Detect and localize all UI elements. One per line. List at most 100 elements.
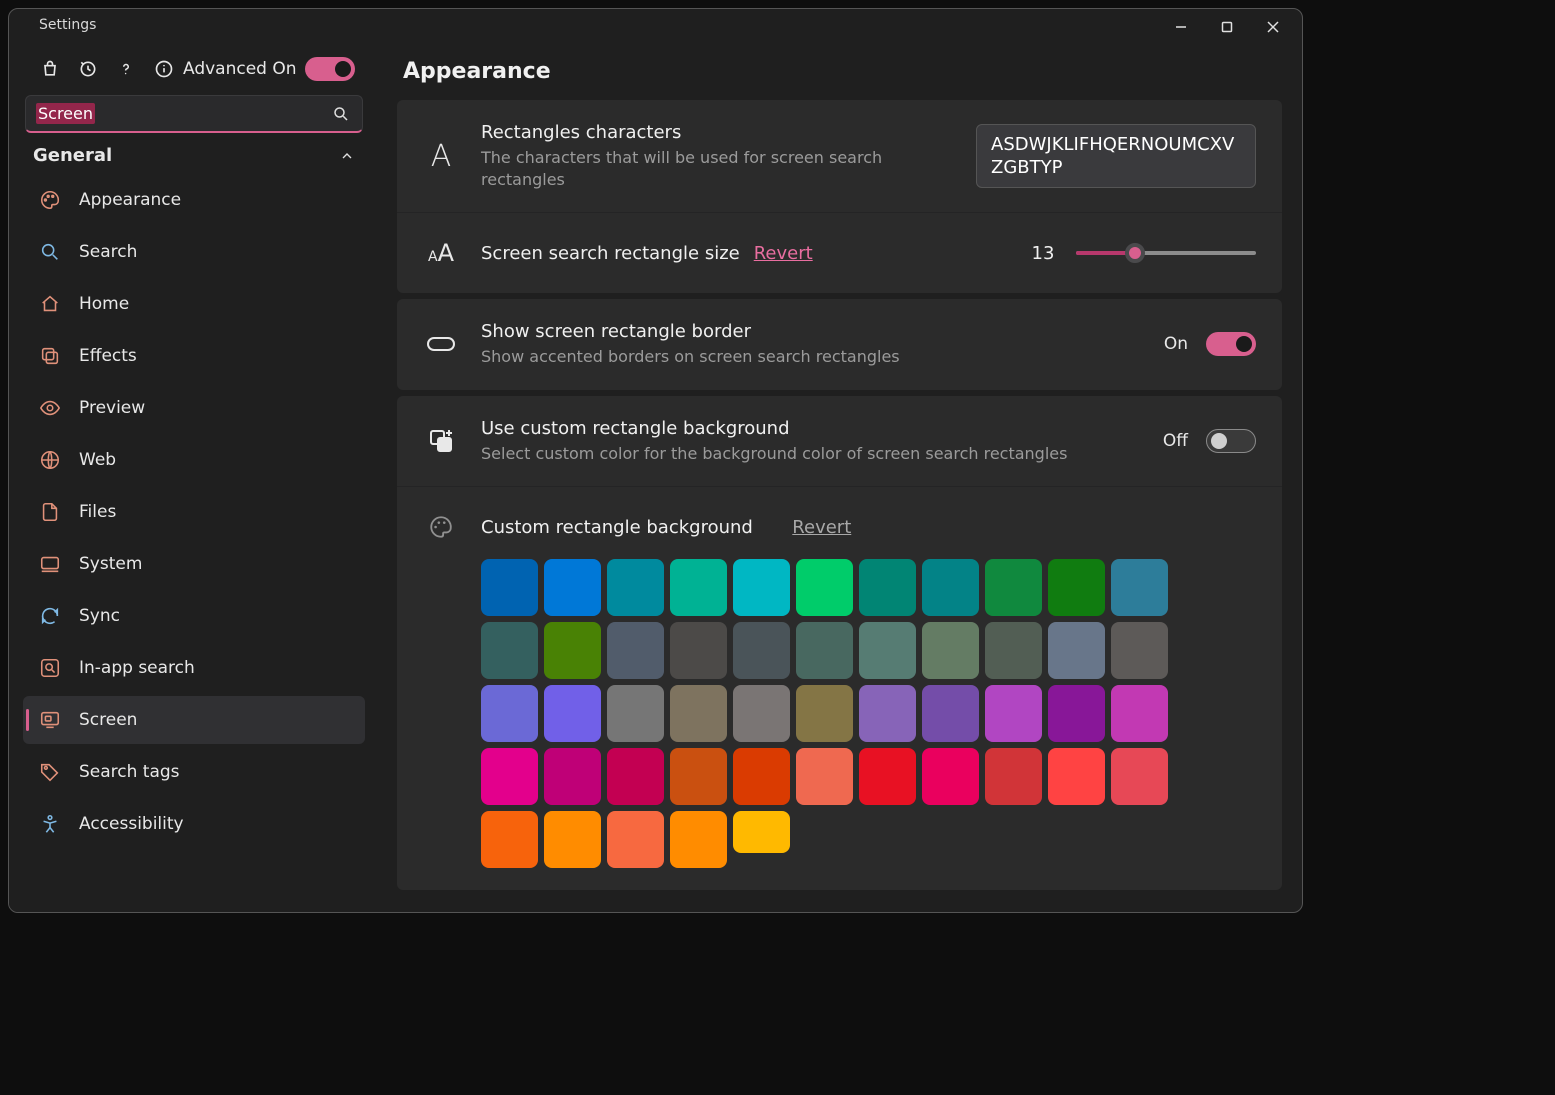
color-swatch[interactable]: [607, 559, 664, 616]
sidebar-item-web[interactable]: Web: [23, 436, 365, 484]
color-swatch[interactable]: [985, 685, 1042, 742]
sidebar-item-effects[interactable]: Effects: [23, 332, 365, 380]
color-swatch[interactable]: [1111, 685, 1168, 742]
sidebar-item-screen[interactable]: Screen: [23, 696, 365, 744]
sidebar-item-appearance[interactable]: Appearance: [23, 176, 365, 224]
sidebar-item-label: Files: [79, 502, 116, 522]
color-swatch[interactable]: [796, 559, 853, 616]
sidebar-item-searchtags[interactable]: Search tags: [23, 748, 365, 796]
row-title: Use custom rectangle background: [481, 418, 1141, 439]
sidebar-item-search[interactable]: Search: [23, 228, 365, 276]
help-icon[interactable]: [115, 58, 137, 80]
color-swatch[interactable]: [796, 748, 853, 805]
section-general-header[interactable]: General: [19, 133, 369, 172]
color-swatch[interactable]: [985, 748, 1042, 805]
sidebar-item-label: Screen: [79, 710, 137, 730]
character-icon: A: [423, 138, 459, 174]
color-swatch[interactable]: [733, 811, 790, 853]
close-button[interactable]: [1250, 11, 1296, 43]
color-swatch[interactable]: [544, 622, 601, 679]
color-swatch[interactable]: [670, 811, 727, 868]
revert-size-link[interactable]: Revert: [754, 243, 813, 264]
color-swatch[interactable]: [481, 685, 538, 742]
preview-icon: [39, 397, 61, 419]
settings-cards: A Rectangles characters The characters t…: [397, 100, 1284, 890]
color-swatch[interactable]: [607, 748, 664, 805]
custom-bg-toggle[interactable]: [1206, 429, 1256, 453]
color-swatch[interactable]: [1048, 622, 1105, 679]
card-custom-background: Use custom rectangle background Select c…: [397, 396, 1282, 891]
color-swatch[interactable]: [733, 685, 790, 742]
color-swatch[interactable]: [922, 622, 979, 679]
color-swatch[interactable]: [544, 748, 601, 805]
color-swatch[interactable]: [481, 559, 538, 616]
color-swatch[interactable]: [733, 622, 790, 679]
color-swatch[interactable]: [922, 685, 979, 742]
overlap-squares-icon: [423, 423, 459, 459]
bag-icon[interactable]: [39, 58, 61, 80]
sidebar-item-system[interactable]: System: [23, 540, 365, 588]
sidebar-item-accessibility[interactable]: Accessibility: [23, 800, 365, 848]
color-swatch[interactable]: [544, 559, 601, 616]
sidebar-item-preview[interactable]: Preview: [23, 384, 365, 432]
history-icon[interactable]: [77, 58, 99, 80]
sidebar-item-files[interactable]: Files: [23, 488, 365, 536]
color-swatch[interactable]: [1048, 748, 1105, 805]
show-border-toggle[interactable]: [1206, 332, 1256, 356]
appearance-icon: [39, 189, 61, 211]
color-swatch[interactable]: [1111, 559, 1168, 616]
sidebar-item-label: Home: [79, 294, 129, 314]
color-swatch[interactable]: [670, 622, 727, 679]
row-title: Show screen rectangle border: [481, 321, 1142, 342]
sync-icon: [39, 605, 61, 627]
color-swatch[interactable]: [1111, 748, 1168, 805]
color-swatch[interactable]: [544, 685, 601, 742]
sidebar-item-label: System: [79, 554, 142, 574]
revert-color-link[interactable]: Revert: [792, 517, 851, 538]
color-swatch[interactable]: [481, 622, 538, 679]
minimize-button[interactable]: [1158, 11, 1204, 43]
color-swatch[interactable]: [1048, 559, 1105, 616]
color-swatch[interactable]: [859, 748, 916, 805]
color-swatch[interactable]: [544, 811, 601, 868]
section-label: General: [33, 145, 112, 166]
sidebar-item-label: Web: [79, 450, 116, 470]
row-title: Custom rectangle background: [481, 517, 753, 538]
custom-bg-state: Off: [1163, 431, 1188, 451]
advanced-toggle-group: Advanced On: [153, 57, 355, 81]
sidebar-item-home[interactable]: Home: [23, 280, 365, 328]
color-swatch[interactable]: [985, 559, 1042, 616]
color-swatch[interactable]: [607, 685, 664, 742]
color-swatch[interactable]: [670, 748, 727, 805]
color-swatch[interactable]: [733, 559, 790, 616]
advanced-toggle[interactable]: [305, 57, 355, 81]
color-swatch[interactable]: [481, 748, 538, 805]
color-swatch[interactable]: [607, 811, 664, 868]
color-swatch[interactable]: [1048, 685, 1105, 742]
rectangle-characters-input[interactable]: ASDWJKLIFHQERNOUMCXVZGBTYP: [976, 124, 1256, 189]
color-swatch[interactable]: [607, 622, 664, 679]
color-swatch[interactable]: [670, 685, 727, 742]
color-swatch[interactable]: [985, 622, 1042, 679]
rectangle-size-slider[interactable]: [1076, 243, 1256, 263]
color-swatch[interactable]: [922, 559, 979, 616]
color-swatch[interactable]: [859, 685, 916, 742]
maximize-button[interactable]: [1204, 11, 1250, 43]
color-swatch[interactable]: [796, 622, 853, 679]
color-swatch[interactable]: [922, 748, 979, 805]
show-border-state: On: [1164, 334, 1188, 354]
color-swatch[interactable]: [1111, 622, 1168, 679]
system-icon: [39, 553, 61, 575]
color-swatch[interactable]: [859, 622, 916, 679]
color-swatch[interactable]: [859, 559, 916, 616]
color-swatch[interactable]: [481, 811, 538, 868]
palette-icon: [423, 509, 459, 545]
color-swatch[interactable]: [733, 748, 790, 805]
row-use-custom-background: Use custom rectangle background Select c…: [397, 396, 1282, 488]
sidebar-item-inapp[interactable]: In-app search: [23, 644, 365, 692]
color-swatch[interactable]: [796, 685, 853, 742]
settings-window: Settings: [8, 8, 1303, 913]
color-swatch[interactable]: [670, 559, 727, 616]
sidebar-item-sync[interactable]: Sync: [23, 592, 365, 640]
sidebar-search[interactable]: Screen: [25, 95, 363, 133]
